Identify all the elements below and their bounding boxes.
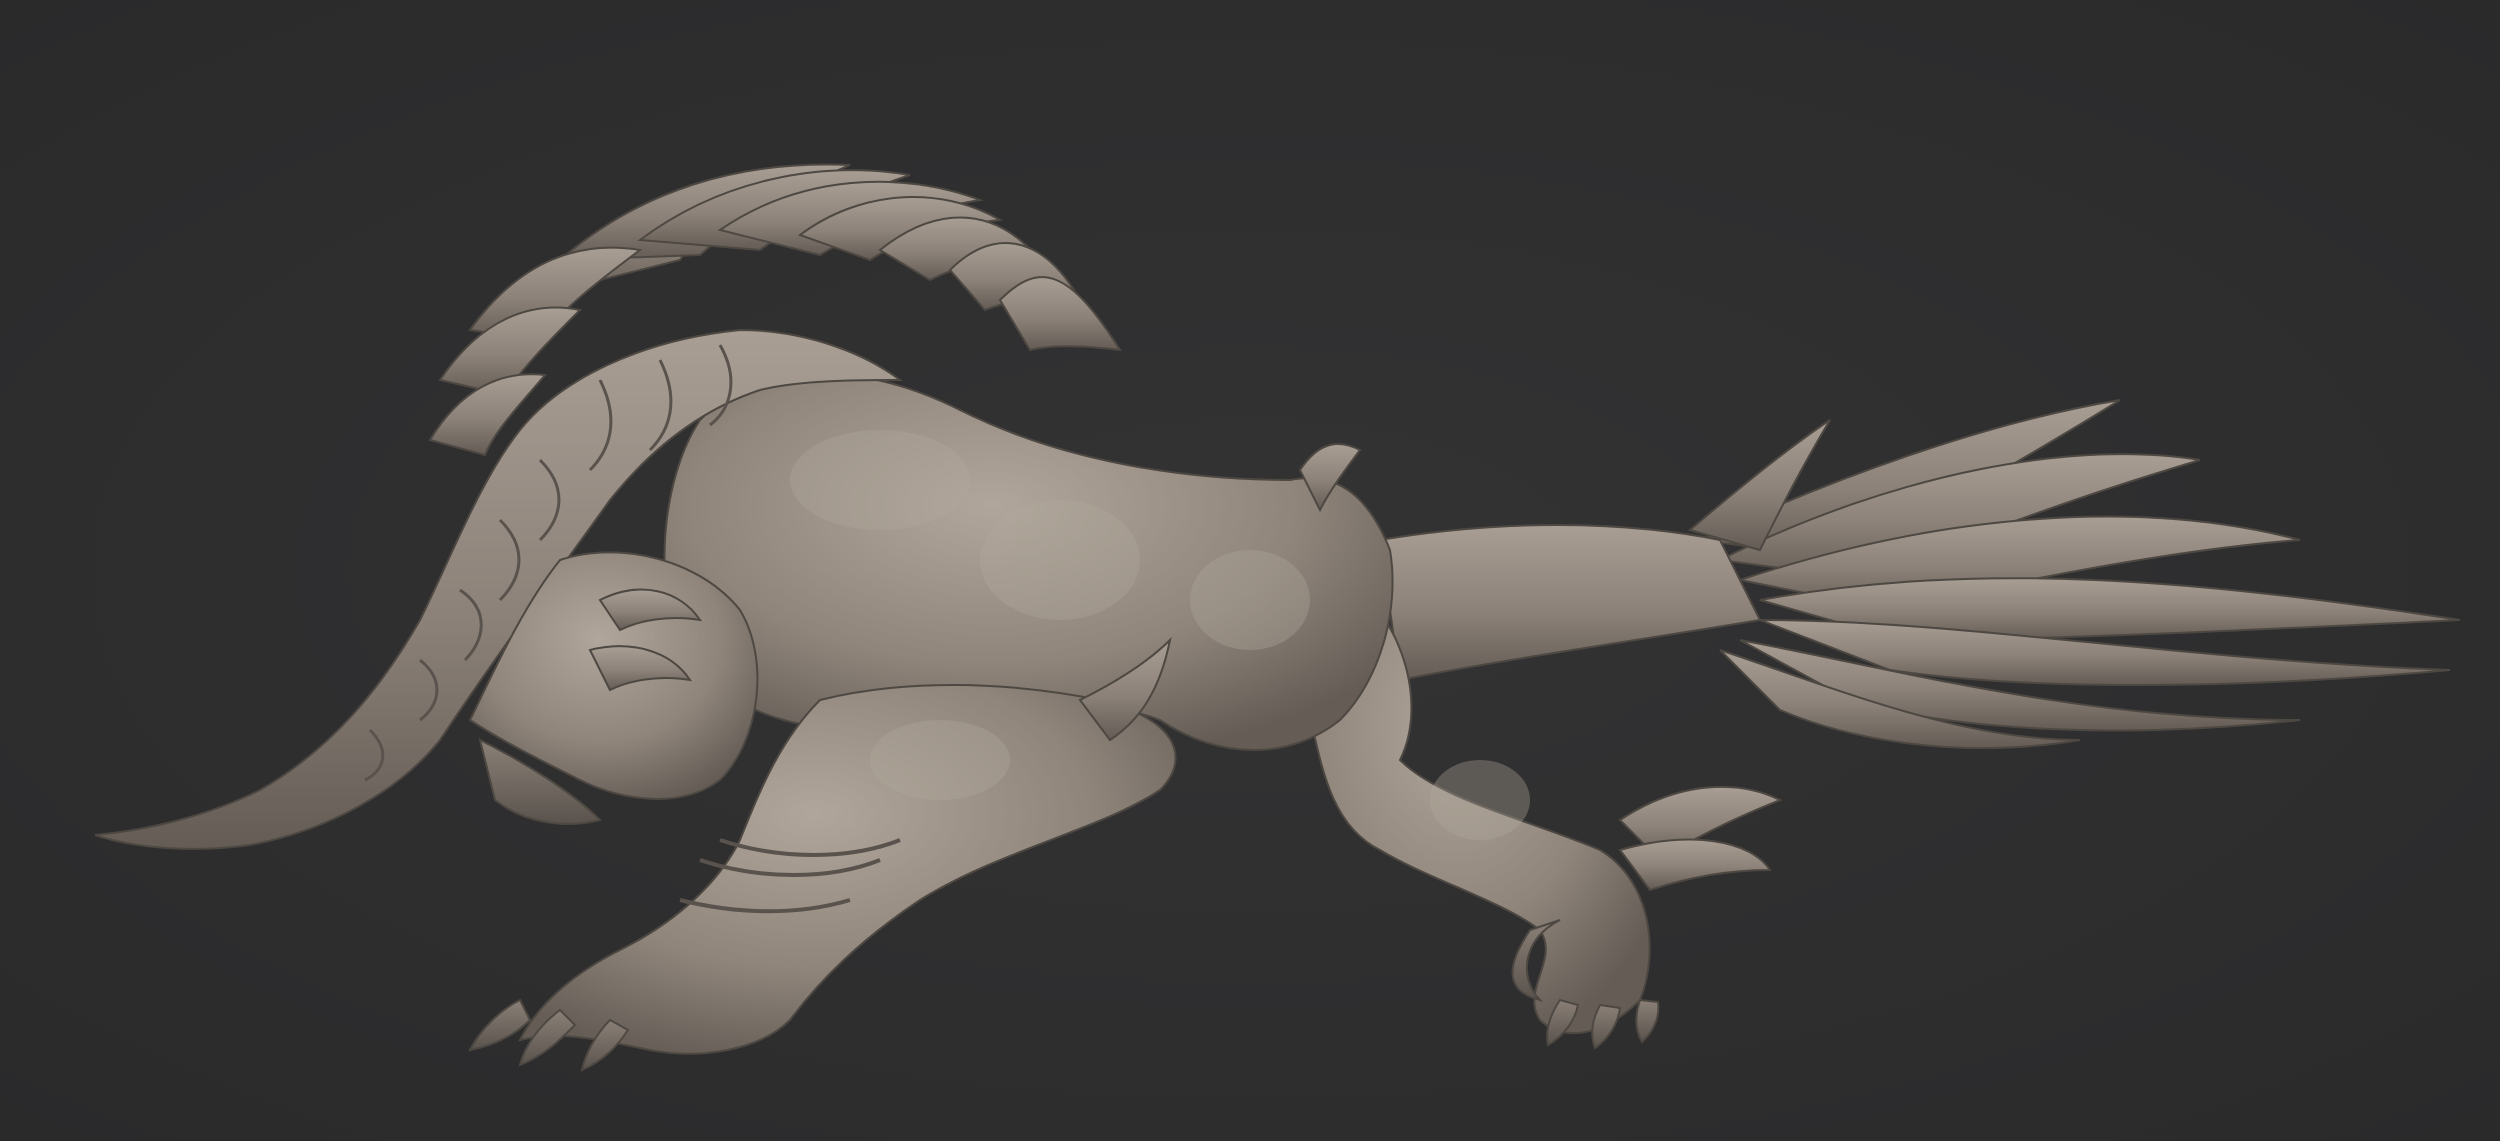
tail: [1378, 524, 1762, 682]
hind-foot-fur: [1618, 785, 1783, 892]
tail-feathers: [1687, 399, 2461, 750]
hind-claws: [1546, 998, 1660, 1050]
3d-viewport[interactable]: [0, 0, 2500, 1141]
creature-sculpt-icon: [94, 163, 2461, 1072]
